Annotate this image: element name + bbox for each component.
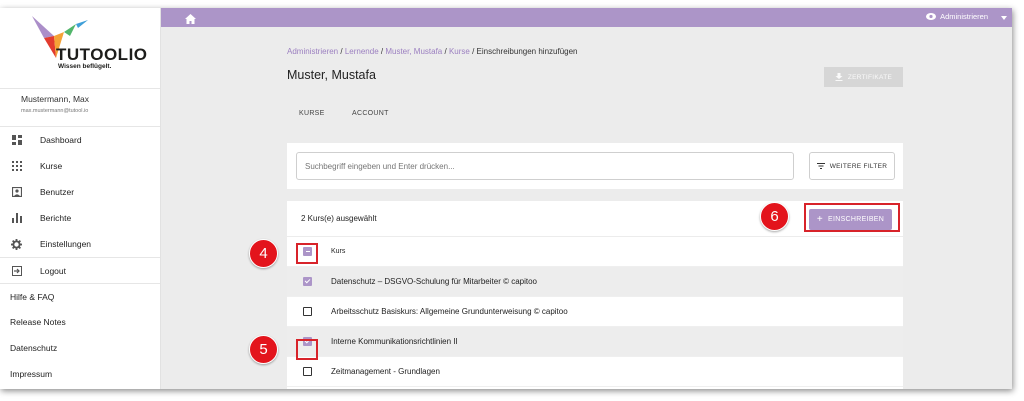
highlight-row-checkbox <box>296 339 318 360</box>
sidebar-link-impressum[interactable]: Impressum <box>0 361 160 387</box>
sidebar-item-berichte[interactable]: Berichte <box>0 205 160 231</box>
certificates-button-label: ZERTIFIKATE <box>847 73 893 81</box>
table-header-row: Kurs <box>287 237 903 267</box>
more-filters-label: WEITERE FILTER <box>829 162 888 170</box>
user-info: Mustermann, Max max.mustermann@tutool.io <box>0 89 160 127</box>
breadcrumb-link[interactable]: Muster, Mustafa <box>385 47 442 56</box>
apps-grid-icon <box>11 161 22 172</box>
gear-icon <box>11 238 22 250</box>
more-filters-button[interactable]: WEITERE FILTER <box>809 152 895 180</box>
logout-icon <box>11 265 22 276</box>
table-row[interactable]: Interne Kommunikationsrichtlinien II <box>287 327 903 357</box>
person-box-icon <box>11 187 22 198</box>
step-marker-4: 4 <box>249 239 278 268</box>
download-icon <box>835 73 843 81</box>
highlight-select-all <box>296 243 318 264</box>
column-header-kurs: Kurs <box>331 248 346 255</box>
sidebar-item-kurse[interactable]: Kurse <box>0 153 160 179</box>
sidebar-item-label: Dashboard <box>40 135 82 145</box>
filter-icon <box>816 163 825 169</box>
table-row[interactable]: Arbeitsschutz Basiskurs: Allgemeine Grun… <box>287 297 903 327</box>
sidebar-link-release-notes[interactable]: Release Notes <box>0 309 160 335</box>
brand-tagline: Wissen beflügelt. <box>58 63 112 70</box>
step-marker-5: 5 <box>249 335 278 364</box>
eye-icon <box>926 13 937 20</box>
brand-name: TUTOOLIO <box>56 45 148 64</box>
sidebar-link-hilfe[interactable]: Hilfe & FAQ <box>0 283 160 309</box>
sidebar-item-label: Benutzer <box>40 187 75 197</box>
highlight-enroll-button <box>804 203 900 232</box>
sidebar: TUTOOLIO Wissen beflügelt. Mustermann, M… <box>0 8 161 389</box>
step-marker-6: 6 <box>760 202 789 231</box>
course-title: Datenschutz – DSGVO-Schulung für Mitarbe… <box>331 277 537 286</box>
user-email: max.mustermann@tutool.io <box>21 108 89 114</box>
sidebar-item-dashboard[interactable]: Dashboard <box>0 127 160 153</box>
tab-account[interactable]: ACCOUNT <box>352 110 389 117</box>
role-switcher[interactable]: Administrieren <box>926 12 988 21</box>
top-bar: Administrieren <box>161 8 1012 27</box>
page-title: Muster, Mustafa <box>287 68 376 82</box>
role-label: Administrieren <box>940 12 988 21</box>
bar-chart-icon <box>11 213 22 224</box>
search-input[interactable] <box>296 152 794 180</box>
chevron-down-icon[interactable] <box>1001 16 1007 20</box>
course-title: Arbeitsschutz Basiskurs: Allgemeine Grun… <box>331 307 568 316</box>
logo[interactable]: TUTOOLIO Wissen beflügelt. <box>0 8 160 89</box>
tab-kurse[interactable]: KURSE <box>299 110 325 117</box>
certificates-button[interactable]: ZERTIFIKATE <box>824 67 903 87</box>
sidebar-item-label: Logout <box>40 265 66 276</box>
home-icon[interactable] <box>185 11 196 29</box>
app-window: TUTOOLIO Wissen beflügelt. Mustermann, M… <box>0 8 1012 389</box>
selection-summary: 2 Kurs(e) ausgewählt <box>301 214 377 223</box>
sidebar-item-einstellungen[interactable]: Einstellungen <box>0 231 160 257</box>
sidebar-item-benutzer[interactable]: Benutzer <box>0 179 160 205</box>
search-card: WEITERE FILTER <box>287 143 903 189</box>
sidebar-item-label: Kurse <box>40 161 63 171</box>
row-checkbox[interactable] <box>303 277 312 286</box>
sidebar-item-label: Einstellungen <box>40 239 92 249</box>
breadcrumb-current: Einschreibungen hinzufügen <box>476 47 578 56</box>
breadcrumb-link[interactable]: Lernende <box>345 47 379 56</box>
sidebar-item-logout[interactable]: Logout <box>0 257 160 283</box>
sidebar-item-label: Berichte <box>40 213 72 223</box>
row-checkbox[interactable] <box>303 367 312 376</box>
table-row[interactable]: Zeitmanagement - Grundlagen <box>287 357 903 387</box>
table-row[interactable]: Datenschutz – DSGVO-Schulung für Mitarbe… <box>287 267 903 297</box>
breadcrumb: Administrieren / Lernende / Muster, Must… <box>287 47 578 56</box>
breadcrumb-link[interactable]: Kurse <box>449 47 470 56</box>
dashboard-icon <box>11 135 22 146</box>
user-name: Mustermann, Max <box>21 94 90 104</box>
sidebar-link-datenschutz[interactable]: Datenschutz <box>0 335 160 361</box>
course-title: Zeitmanagement - Grundlagen <box>331 367 440 376</box>
breadcrumb-link[interactable]: Administrieren <box>287 47 338 56</box>
course-title: Interne Kommunikationsrichtlinien II <box>331 337 458 346</box>
row-checkbox[interactable] <box>303 307 312 316</box>
